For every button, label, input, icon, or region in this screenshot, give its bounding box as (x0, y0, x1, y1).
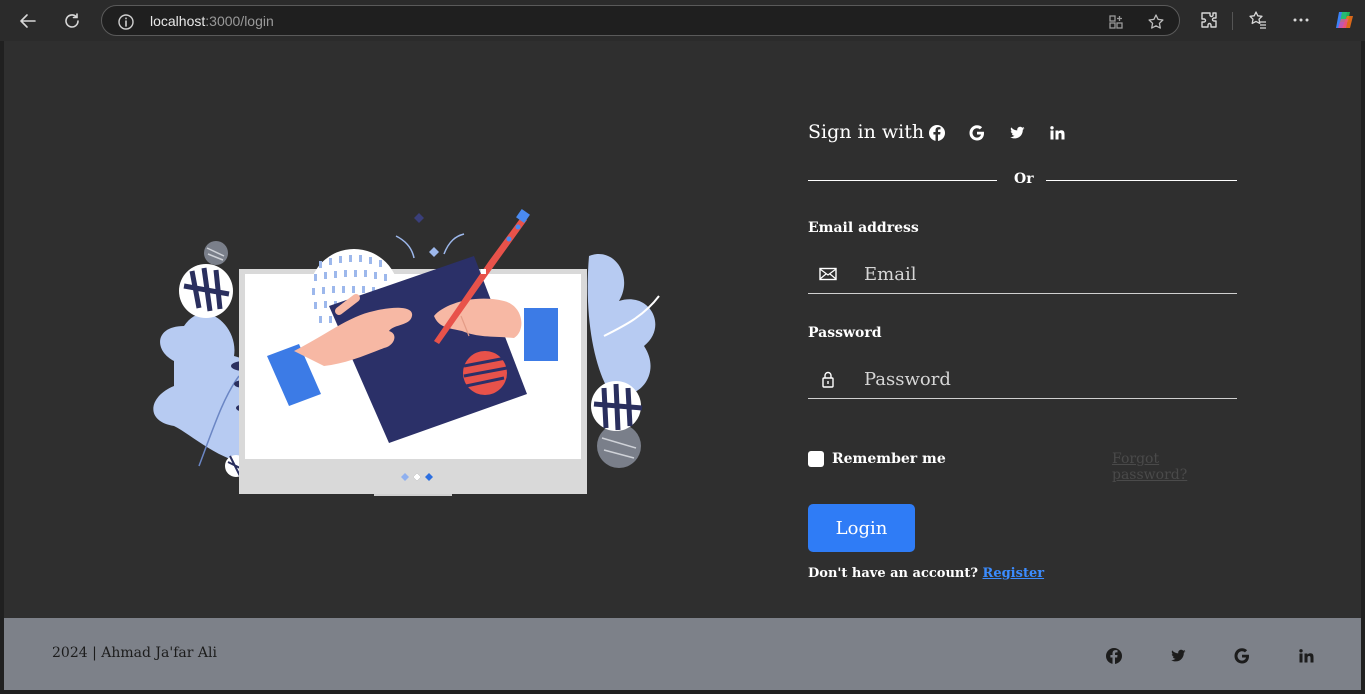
app-available-icon[interactable] (1107, 13, 1125, 31)
google-icon[interactable] (968, 124, 986, 142)
lock-icon (822, 371, 834, 388)
remember-me-label[interactable]: Remember me (832, 451, 946, 467)
email-label: Email address (808, 220, 919, 236)
favorite-star-icon[interactable] (1147, 13, 1165, 31)
linkedin-icon[interactable] (1048, 124, 1066, 142)
url-host: localhost (150, 13, 206, 29)
copilot-icon[interactable] (1333, 9, 1355, 31)
browser-toolbar: localhost:3000/login (0, 0, 1365, 41)
login-button[interactable]: Login (808, 504, 915, 552)
or-divider-text: Or (1014, 171, 1034, 187)
info-icon[interactable] (117, 13, 135, 31)
favorites-icon[interactable] (1248, 10, 1268, 30)
register-prompt: Don't have an account? (808, 566, 978, 581)
url-text[interactable]: localhost:3000/login (150, 13, 274, 29)
password-field[interactable] (808, 359, 1237, 399)
remember-me-checkbox[interactable] (808, 451, 824, 467)
refresh-button[interactable] (58, 8, 86, 34)
refresh-icon (65, 13, 79, 28)
divider-right (1046, 180, 1237, 181)
password-input[interactable] (864, 365, 1224, 393)
signin-with-row: Sign in with (808, 119, 924, 145)
facebook-icon[interactable] (1105, 647, 1123, 665)
more-icon[interactable] (1291, 10, 1311, 30)
twitter-icon[interactable] (1169, 647, 1187, 665)
twitter-icon[interactable] (1008, 124, 1026, 142)
toolbar-separator (1232, 12, 1233, 30)
back-arrow-icon (20, 14, 36, 28)
facebook-icon[interactable] (928, 124, 946, 142)
address-bar[interactable]: localhost:3000/login (101, 5, 1180, 36)
back-button[interactable] (14, 8, 42, 34)
remember-me-row: Remember me (808, 451, 946, 467)
register-row: Don't have an account? Register (808, 566, 1044, 581)
linkedin-icon[interactable] (1297, 647, 1315, 665)
extensions-icon[interactable] (1199, 10, 1219, 30)
footer-copyright: 2024 | Ahmad Ja'far Ali (52, 645, 217, 661)
login-page: Sign in with Or Email address Password R… (4, 41, 1361, 618)
url-path: :3000/login (205, 13, 274, 29)
email-input[interactable] (864, 260, 1224, 288)
forgot-password-link[interactable]: Forgot password? (1112, 451, 1238, 483)
envelope-icon (819, 267, 837, 281)
divider-left (808, 180, 997, 181)
footer: 2024 | Ahmad Ja'far Ali (4, 618, 1361, 690)
google-icon[interactable] (1233, 647, 1251, 665)
password-label: Password (808, 325, 882, 341)
email-field[interactable] (808, 254, 1237, 294)
signin-with-text: Sign in with (808, 121, 925, 143)
register-link[interactable]: Register (983, 566, 1045, 581)
computer-drawing-illustration (153, 209, 660, 496)
